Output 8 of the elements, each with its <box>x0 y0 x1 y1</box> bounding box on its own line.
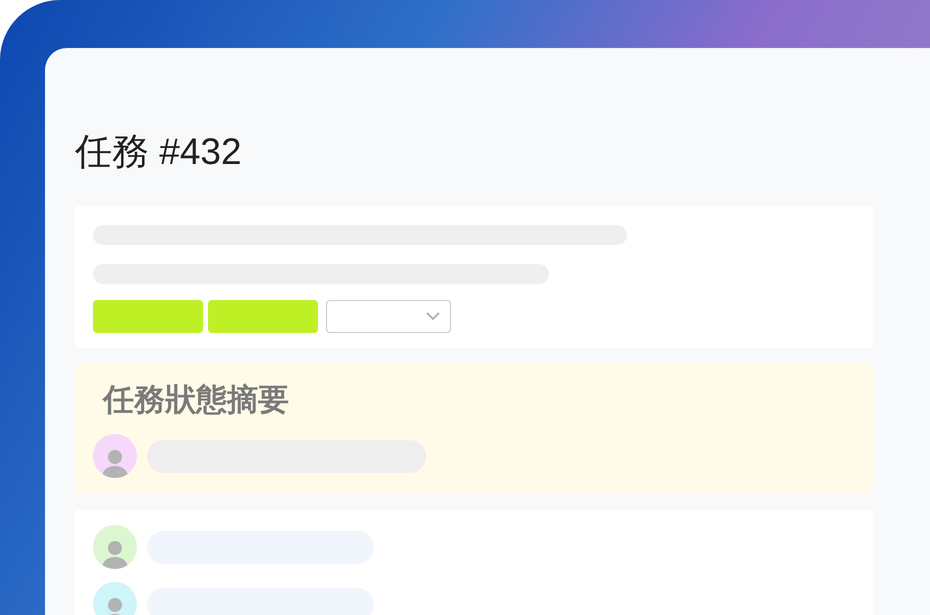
action-button[interactable] <box>93 300 203 333</box>
dropdown[interactable] <box>326 300 451 333</box>
task-title: 任務 #432 <box>75 130 242 174</box>
person-icon <box>101 448 129 478</box>
summary-heading: 任務狀態摘要 <box>103 381 289 419</box>
action-button[interactable] <box>208 300 318 333</box>
person-icon <box>101 539 129 569</box>
chevron-down-icon <box>426 312 440 321</box>
